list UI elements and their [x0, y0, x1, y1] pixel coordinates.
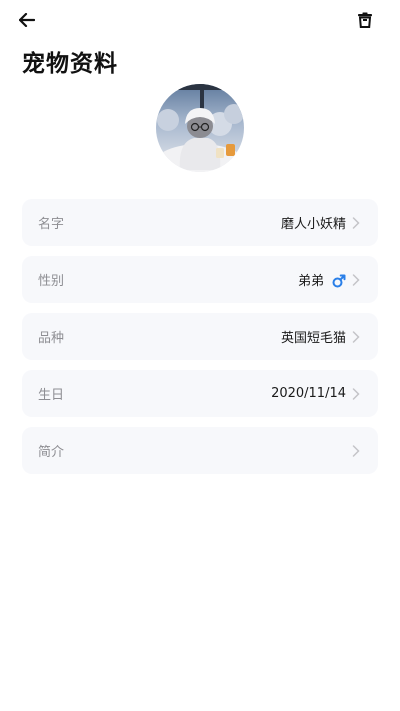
pet-photo-icon [156, 84, 244, 172]
bio-value-group [346, 444, 362, 457]
bio-row[interactable]: 简介 [22, 427, 378, 474]
avatar[interactable] [156, 84, 244, 172]
chevron-right-icon [352, 387, 362, 400]
pet-profile-screen: 宠物资料 名字 磨人小妖精 性别 弟弟 品种 英国短毛猫 生日 2020/11/… [0, 0, 400, 711]
birthday-label: 生日 [38, 388, 65, 403]
birthday-value-group: 2020/11/14 [271, 386, 362, 401]
breed-value-group: 英国短毛猫 [281, 327, 362, 346]
chevron-right-icon [352, 444, 362, 457]
birthday-value: 2020/11/14 [271, 386, 346, 401]
gender-label: 性别 [38, 274, 65, 289]
chevron-right-icon [352, 216, 362, 229]
delete-button[interactable] [353, 8, 377, 32]
birthday-row[interactable]: 生日 2020/11/14 [22, 370, 378, 417]
gender-value: 弟弟 [297, 274, 324, 289]
top-bar [0, 0, 400, 40]
chevron-right-icon [352, 330, 362, 343]
trash-icon [358, 12, 372, 28]
name-value: 磨人小妖精 [280, 217, 346, 232]
bio-label: 简介 [38, 445, 65, 460]
name-row[interactable]: 名字 磨人小妖精 [22, 199, 378, 246]
back-button[interactable] [15, 8, 39, 32]
breed-row[interactable]: 品种 英国短毛猫 [22, 313, 378, 360]
male-icon [332, 273, 346, 287]
page-title: 宠物资料 [22, 51, 118, 77]
breed-value: 英国短毛猫 [280, 331, 346, 346]
gender-value-group: 弟弟 [298, 270, 362, 289]
arrow-left-icon [19, 13, 35, 27]
chevron-right-icon [352, 273, 362, 286]
profile-fields-list: 名字 磨人小妖精 性别 弟弟 品种 英国短毛猫 生日 2020/11/14 简介 [22, 199, 378, 484]
breed-label: 品种 [38, 331, 65, 346]
name-label: 名字 [38, 217, 65, 232]
gender-row[interactable]: 性别 弟弟 [22, 256, 378, 303]
name-value-group: 磨人小妖精 [281, 213, 362, 232]
